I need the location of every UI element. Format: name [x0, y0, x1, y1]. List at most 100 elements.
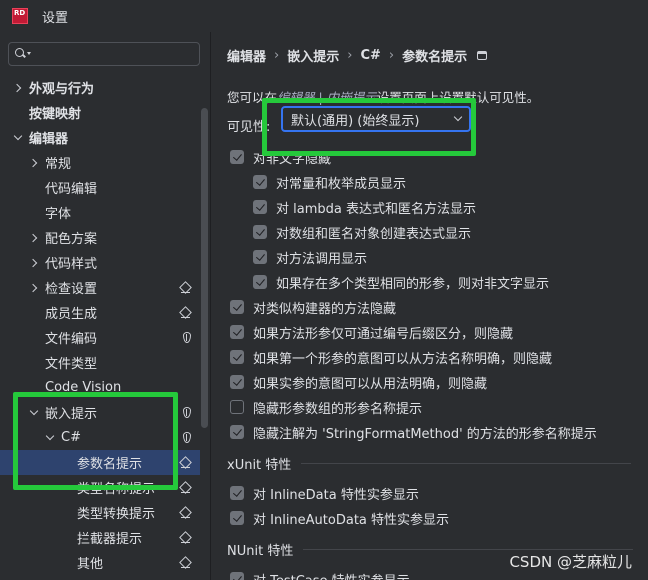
breadcrumb-item[interactable]: C# — [360, 48, 380, 63]
sidebar-item-label: 字体 — [45, 207, 72, 222]
sidebar-item-label: 编辑器 — [29, 132, 69, 147]
sidebar-item-parameter-name-hints[interactable]: 参数名提示 — [0, 450, 200, 475]
chevron-down-icon — [453, 112, 463, 122]
checkbox[interactable] — [230, 486, 244, 500]
breadcrumb-item[interactable]: 编辑器 — [227, 46, 266, 65]
checkbox[interactable] — [230, 350, 244, 364]
chevron-down-icon[interactable] — [13, 133, 23, 143]
sidebar-item-general[interactable]: 常规 — [0, 150, 200, 175]
chevron-right-icon[interactable] — [29, 258, 39, 268]
sidebar-item-label: 检查设置 — [45, 282, 98, 297]
search-input[interactable] — [8, 42, 200, 66]
checkbox[interactable] — [230, 425, 244, 439]
sidebar-item-color-scheme[interactable]: 配色方案 — [0, 225, 200, 250]
intro-prefix: 您可以在 — [227, 90, 278, 105]
checkbox-row[interactable]: 对 InlineAutoData 特性实参显示 — [230, 508, 449, 528]
checkbox-row[interactable]: 对类似构建器的方法隐藏 — [230, 297, 396, 317]
search-icon[interactable] — [15, 47, 31, 61]
checkbox-row[interactable]: 如果实参的意图可以从用法明确，则隐藏 — [230, 372, 487, 392]
checkbox-label: 对 TestCase 特性实参显示 — [253, 570, 410, 580]
sidebar-item-keymap[interactable]: 按键映射 — [0, 100, 200, 125]
checkbox[interactable] — [230, 325, 244, 339]
checkbox[interactable] — [230, 511, 244, 525]
sidebar-item-font[interactable]: 字体 — [0, 200, 200, 225]
watermark: CSDN @芝麻粒儿 — [509, 553, 632, 571]
sidebar-item-label: 代码样式 — [45, 257, 98, 272]
sidebar-item-code-editing[interactable]: 代码编辑 — [0, 175, 200, 200]
chevron-right-icon — [274, 48, 279, 63]
chevron-right-icon[interactable] — [29, 233, 39, 243]
sidebar-scrollbar[interactable] — [201, 108, 208, 428]
checkbox-row[interactable]: 如果方法形参仅可通过编号后缀区分，则隐藏 — [230, 322, 513, 342]
chevron-down-icon[interactable] — [45, 433, 55, 443]
sidebar: 外观与行为 按键映射 编辑器 常规 代码编辑 字体 配色方案 代码样式 检查设置… — [0, 32, 210, 580]
sidebar-item-inspection-settings[interactable]: 检查设置 — [0, 275, 200, 300]
sidebar-item-other[interactable]: 其他 — [0, 550, 200, 575]
window-icon[interactable] — [477, 51, 488, 60]
sidebar-item-appearance[interactable]: 外观与行为 — [0, 75, 200, 100]
checkbox[interactable] — [253, 250, 267, 264]
checkbox-row[interactable]: 对非文字隐藏 — [230, 147, 331, 167]
checkbox-row[interactable]: 如果第一个形参的意图可以从方法名称明确，则隐藏 — [230, 347, 552, 367]
checkbox[interactable] — [230, 150, 244, 164]
checkbox[interactable] — [253, 275, 267, 289]
checkbox[interactable] — [253, 175, 267, 189]
chevron-right-icon[interactable] — [13, 83, 23, 93]
chevron-down-icon[interactable] — [29, 408, 39, 418]
section-divider — [303, 549, 634, 550]
sidebar-item-csharp[interactable]: C# — [0, 425, 200, 450]
checkbox-row[interactable]: 对数组和匿名对象创建表达式显示 — [253, 222, 471, 242]
checkbox-row[interactable]: 隐藏形参数组的形参名称提示 — [230, 397, 422, 417]
checkbox-row[interactable]: 隐藏注解为 'StringFormatMethod' 的方法的形参名称提示 — [230, 422, 597, 442]
breadcrumb-item-current: 参数名提示 — [402, 50, 468, 65]
sidebar-item-code-vision[interactable]: Code Vision — [0, 375, 200, 400]
chevron-right-icon[interactable] — [29, 283, 39, 293]
sidebar-item-label: 代码编辑 — [45, 182, 98, 197]
sidebar-item-label: 外观与行为 — [29, 82, 95, 97]
layers-icon — [180, 282, 192, 294]
checkbox-label: 隐藏形参数组的形参名称提示 — [253, 401, 423, 417]
layers-icon — [180, 457, 192, 469]
sidebar-item-editor[interactable]: 编辑器 — [0, 125, 200, 150]
sidebar-item-interceptor-hints[interactable]: 拦截器提示 — [0, 525, 200, 550]
sidebar-item-label: 常规 — [45, 157, 72, 172]
sidebar-item-label: 参数名提示 — [77, 457, 143, 472]
checkbox-row[interactable]: 对 TestCase 特性实参显示 — [230, 569, 410, 580]
layers-icon — [180, 557, 192, 569]
sidebar-item-label: 按键映射 — [29, 107, 82, 122]
checkbox[interactable] — [253, 200, 267, 214]
sidebar-item-file-types[interactable]: 文件类型 — [0, 350, 200, 375]
checkbox-label: 对类似构建器的方法隐藏 — [253, 301, 397, 317]
checkbox-label: 隐藏注解为 'StringFormatMethod' 的方法的形参名称提示 — [253, 426, 597, 442]
checkbox[interactable] — [230, 300, 244, 314]
checkbox-label: 如果实参的意图可以从用法明确，则隐藏 — [253, 376, 488, 392]
sidebar-item-label: 类型名称提示 — [77, 482, 156, 497]
checkbox-row[interactable]: 对方法调用显示 — [253, 247, 367, 267]
chevron-right-icon[interactable] — [29, 158, 39, 168]
checkbox-row[interactable]: 如果存在多个类型相同的形参，则对非文字显示 — [253, 272, 549, 292]
sidebar-item-type-conversion-hints[interactable]: 类型转换提示 — [0, 500, 200, 525]
checkbox[interactable] — [230, 572, 244, 580]
section-xunit: xUnit 特性 — [227, 454, 632, 473]
visibility-select[interactable]: 默认(通用) (始终显示) — [281, 106, 471, 132]
sidebar-item-label: 嵌入提示 — [45, 407, 98, 422]
sidebar-item-inlay-hints[interactable]: 嵌入提示 — [0, 400, 200, 425]
section-title: xUnit 特性 — [227, 458, 292, 473]
checkbox[interactable] — [253, 225, 267, 239]
checkbox-row[interactable]: 对 lambda 表达式和匿名方法显示 — [253, 197, 476, 217]
sidebar-item-type-name-hints[interactable]: 类型名称提示 — [0, 475, 200, 500]
layers-icon — [180, 507, 192, 519]
checkbox-row[interactable]: 对 InlineData 特性实参显示 — [230, 483, 419, 503]
sidebar-item-code-style[interactable]: 代码样式 — [0, 250, 200, 275]
section-divider — [301, 463, 632, 464]
checkbox[interactable] — [230, 400, 244, 414]
breadcrumb-item[interactable]: 嵌入提示 — [287, 46, 339, 65]
layers-icon — [180, 307, 192, 319]
sidebar-item-file-encoding[interactable]: 文件编码 — [0, 325, 200, 350]
checkbox-row[interactable]: 对常量和枚举成员显示 — [253, 172, 406, 192]
editor-inlay-hints-link[interactable]: 编辑器 | 内嵌提示 — [277, 90, 377, 105]
checkbox[interactable] — [230, 375, 244, 389]
sidebar-item-member-generation[interactable]: 成员生成 — [0, 300, 200, 325]
sidebar-item-label: 文件编码 — [45, 332, 98, 347]
checkbox-label: 对 lambda 表达式和匿名方法显示 — [276, 201, 476, 217]
